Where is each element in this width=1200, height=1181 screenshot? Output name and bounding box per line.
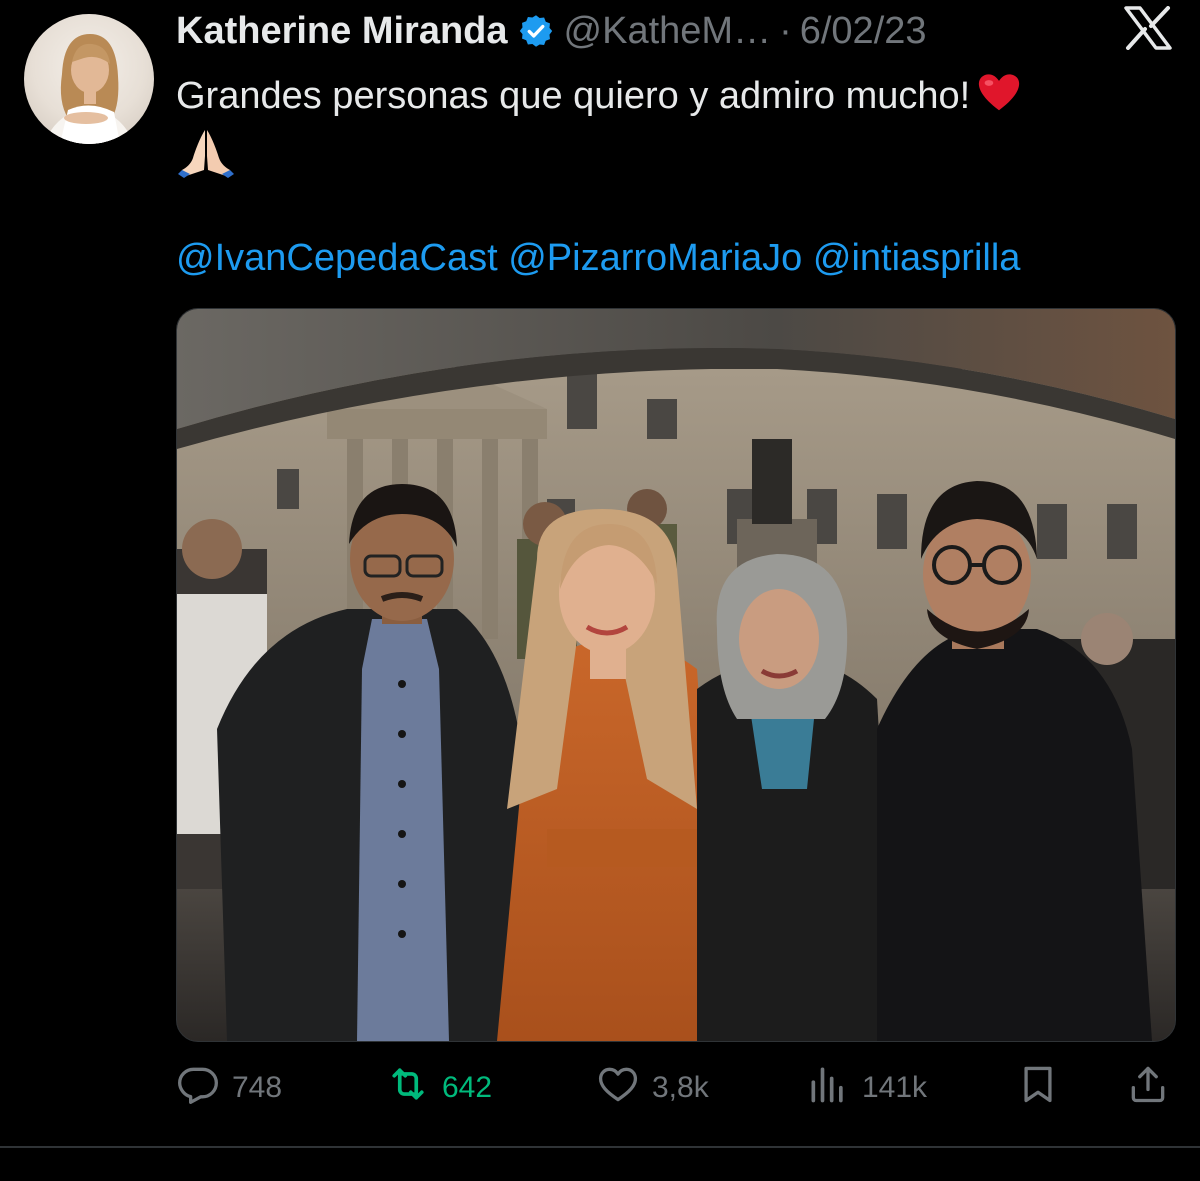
author-handle[interactable]: @KatheM… [564,10,772,53]
retweet-button[interactable]: 642 [386,1060,492,1116]
views-count: 141k [862,1071,928,1104]
author-avatar[interactable] [24,14,154,144]
bookmark-icon [1016,1062,1060,1114]
author-name[interactable]: Katherine Miranda [176,10,508,53]
tweet-date[interactable]: 6/02/23 [800,10,927,53]
mention-link[interactable]: @intiasprilla [813,237,1021,279]
like-button[interactable]: 3,8k [596,1060,709,1116]
tweet-text: Grandes personas que quiero y admiro muc… [176,66,1176,186]
reply-icon [176,1062,220,1114]
bookmark-button[interactable] [1016,1060,1060,1116]
mention-link[interactable]: @PizarroMariaJo [508,237,802,279]
reply-button[interactable]: 748 [176,1060,282,1116]
like-icon [596,1062,640,1114]
tweet-text-line: Grandes personas que quiero y admiro muc… [176,75,971,117]
mention-link[interactable]: @IvanCepedaCast [176,237,498,279]
views-button[interactable]: 141k [806,1060,927,1116]
folded-hands-emoji [176,126,236,178]
views-icon [806,1062,850,1114]
tweet-photo[interactable] [176,308,1176,1042]
header-separator: · [779,9,792,52]
retweet-icon [386,1062,430,1114]
heart-emoji [976,70,1022,116]
tweet-mentions: @IvanCepedaCast @PizarroMariaJo @intiasp… [176,232,1020,284]
like-count: 3,8k [652,1071,709,1104]
tweet: Katherine Miranda @KatheM… · 6/02/23 Gra… [0,0,1200,1181]
share-button[interactable] [1126,1060,1170,1116]
x-logo-icon [1124,6,1172,50]
tweet-header: Katherine Miranda @KatheM… · 6/02/23 [176,6,927,56]
share-icon [1126,1062,1170,1114]
retweet-count: 642 [442,1071,493,1104]
tweet-divider [0,1146,1200,1148]
tweet-actions: 748 642 3,8k 141k [176,1060,1176,1116]
reply-count: 748 [232,1071,283,1104]
verified-badge-icon[interactable] [518,13,554,49]
